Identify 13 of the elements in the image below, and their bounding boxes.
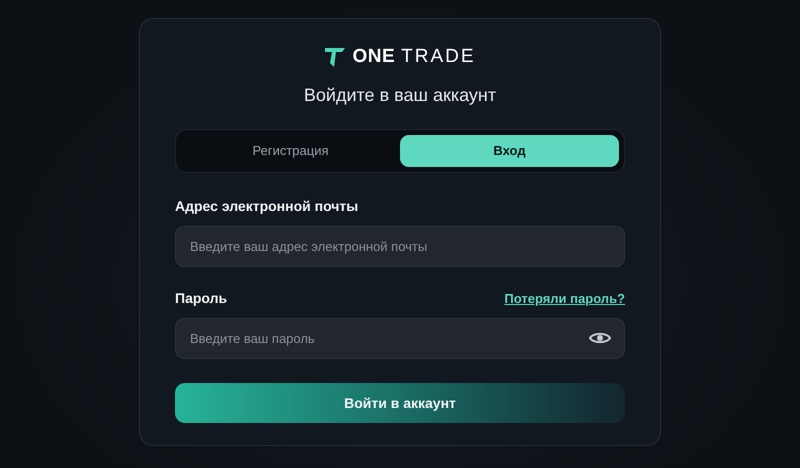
password-field[interactable]: Введите ваш пароль bbox=[175, 318, 625, 359]
field-label: Пароль bbox=[175, 289, 228, 308]
logo-text: ONE bbox=[352, 46, 396, 67]
forgot-password-link[interactable]: Потеряли пароль? bbox=[504, 288, 625, 308]
tab[interactable]: Вход bbox=[400, 135, 619, 167]
login-button[interactable]: Войти в аккаунт bbox=[175, 383, 625, 423]
eye-icon[interactable] bbox=[589, 330, 611, 346]
logo-text: TRADE bbox=[401, 44, 476, 69]
form-title: Войдите в ваш аккаунт bbox=[302, 84, 498, 107]
tab[interactable]: Регистрация bbox=[181, 135, 400, 167]
field-label: Адрес электронной почты bbox=[175, 197, 360, 216]
logo-icon bbox=[324, 46, 346, 68]
email-field[interactable]: Введите ваш адрес электронной почты bbox=[175, 226, 625, 267]
